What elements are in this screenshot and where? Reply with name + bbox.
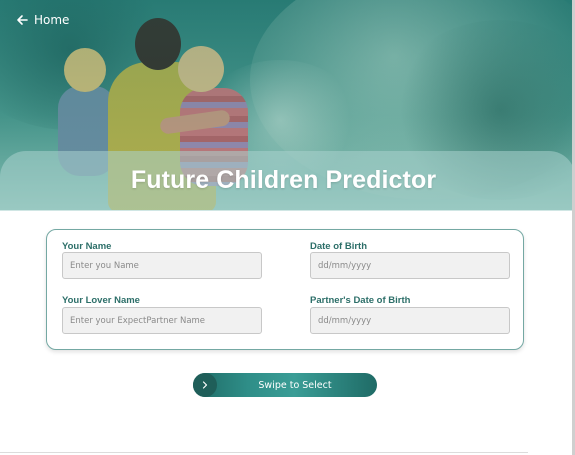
lover-name-label: Your Lover Name [62,295,140,306]
page-title: Future Children Predictor [130,166,437,194]
home-link[interactable]: Home [16,13,69,27]
chevron-right-icon [202,381,208,389]
date-of-birth-input[interactable]: dd/mm/yyyy [310,252,510,279]
home-link-label: Home [34,13,70,27]
swipe-to-select-button[interactable]: Swipe to Select [193,373,377,397]
divider [0,452,528,453]
swipe-handle[interactable] [193,373,217,397]
your-name-input[interactable]: Enter you Name [62,252,262,279]
partner-dob-input[interactable]: dd/mm/yyyy [310,307,510,334]
partner-dob-label: Partner's Date of Birth [310,295,411,306]
page: Home Future Children Predictor Your Name… [0,0,575,455]
swipe-label: Swipe to Select [258,379,332,391]
lover-name-input[interactable]: Enter your ExpectPartner Name [62,307,262,334]
arrow-left-icon [17,15,28,25]
your-name-label: Your Name [62,241,112,252]
predictor-form: Your Name Enter you Name Date of Birth d… [46,229,524,350]
date-of-birth-label: Date of Birth [310,241,367,252]
